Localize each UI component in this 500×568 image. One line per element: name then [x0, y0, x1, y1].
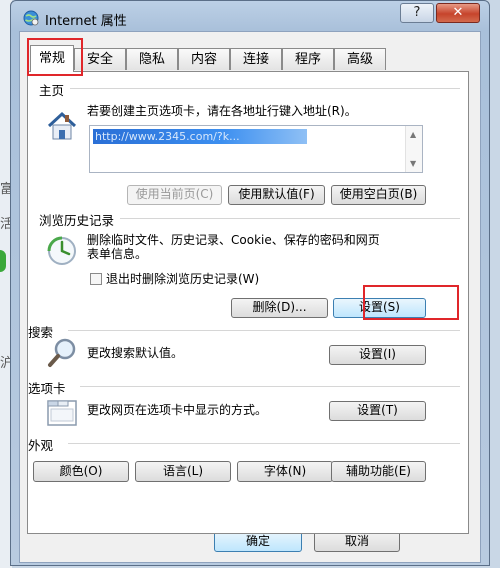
history-description-line1: 删除临时文件、历史记录、Cookie、保存的密码和网页: [87, 233, 380, 247]
history-clock-icon: [47, 236, 76, 265]
section-divider: [68, 443, 460, 444]
highlight-box-settings: [363, 285, 459, 320]
use-blank-button[interactable]: 使用空白页(B): [331, 185, 426, 205]
accessibility-button[interactable]: 辅助功能(E): [331, 461, 426, 482]
tab-advanced[interactable]: 高级: [334, 48, 386, 70]
homepage-url-value: http://www.2345.com/?k...: [93, 129, 307, 144]
section-divider: [80, 386, 460, 387]
textarea-scrollbar[interactable]: ▲ ▼: [405, 126, 422, 172]
appearance-section-title: 外观: [28, 435, 60, 454]
search-description: 更改搜索默认值。: [87, 346, 184, 360]
delete-on-exit-checkbox[interactable]: [90, 273, 102, 285]
use-default-button[interactable]: 使用默认值(F): [228, 185, 325, 205]
tabs-window-icon: [47, 400, 77, 426]
dialog-client-area: 常规 安全 隐私 内容 连接 程序 高级 主页 若要创建主页选项卡，请在各地址行…: [19, 31, 481, 563]
scroll-up-icon[interactable]: ▲: [410, 130, 416, 139]
use-current-button[interactable]: 使用当前页(C): [127, 185, 222, 205]
delete-on-exit-label: 退出时删除浏览历史记录(W): [106, 272, 260, 286]
tab-privacy[interactable]: 隐私: [126, 48, 178, 70]
internet-globe-icon: [23, 10, 39, 26]
colors-button[interactable]: 颜色(O): [33, 461, 129, 482]
background-icon: [0, 250, 6, 272]
help-button[interactable]: ?: [400, 3, 434, 23]
tab-content[interactable]: 内容: [178, 48, 230, 70]
tab-connections[interactable]: 连接: [230, 48, 282, 70]
tabs-description: 更改网页在选项卡中显示的方式。: [87, 403, 268, 417]
tabs-settings-button[interactable]: 设置(T): [329, 401, 426, 421]
history-description-line2: 表单信息。: [87, 247, 148, 261]
close-button[interactable]: ✕: [436, 3, 480, 23]
homepage-description: 若要创建主页选项卡，请在各地址行键入地址(R)。: [87, 104, 357, 118]
homepage-section-title: 主页: [39, 80, 71, 99]
search-magnifier-icon: [48, 338, 76, 367]
delete-history-button[interactable]: 删除(D)...: [231, 298, 328, 318]
internet-properties-window: Internet 属性 ? ✕ 常规 安全 隐私 内容 连接 程序 高级 主页 …: [10, 0, 490, 566]
home-icon: [47, 111, 77, 140]
section-divider: [116, 218, 460, 219]
section-divider: [68, 88, 460, 89]
window-title: Internet 属性: [45, 14, 127, 29]
fonts-button[interactable]: 字体(N): [237, 461, 333, 482]
section-divider: [68, 330, 460, 331]
homepage-url-textarea[interactable]: http://www.2345.com/?k... ▲ ▼: [89, 125, 423, 173]
tab-programs[interactable]: 程序: [282, 48, 334, 70]
tabs-section-title: 选项卡: [28, 378, 72, 397]
highlight-box-general-tab: [27, 38, 83, 76]
languages-button[interactable]: 语言(L): [135, 461, 231, 482]
history-section-title: 浏览历史记录: [39, 210, 121, 229]
search-settings-button[interactable]: 设置(I): [329, 345, 426, 365]
scroll-down-icon[interactable]: ▼: [410, 159, 416, 168]
